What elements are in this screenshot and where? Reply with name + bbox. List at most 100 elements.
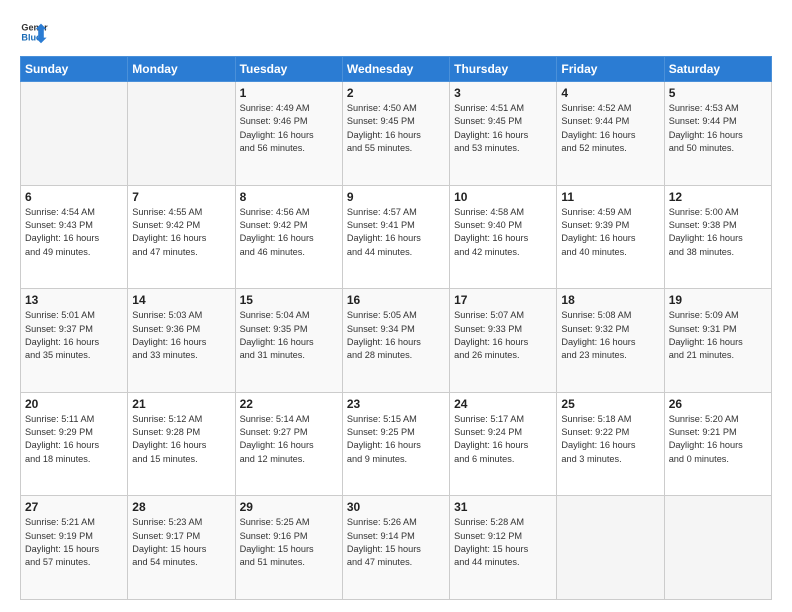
logo: General Blue	[20, 18, 48, 46]
day-number: 13	[25, 293, 123, 307]
day-info: Sunrise: 4:50 AM Sunset: 9:45 PM Dayligh…	[347, 102, 445, 155]
logo-icon: General Blue	[20, 18, 48, 46]
day-info: Sunrise: 5:11 AM Sunset: 9:29 PM Dayligh…	[25, 413, 123, 466]
weekday-tuesday: Tuesday	[235, 57, 342, 82]
day-info: Sunrise: 5:05 AM Sunset: 9:34 PM Dayligh…	[347, 309, 445, 362]
day-info: Sunrise: 4:55 AM Sunset: 9:42 PM Dayligh…	[132, 206, 230, 259]
day-cell: 18 Sunrise: 5:08 AM Sunset: 9:32 PM Dayli…	[557, 289, 664, 393]
day-info: Sunrise: 4:53 AM Sunset: 9:44 PM Dayligh…	[669, 102, 767, 155]
day-number: 17	[454, 293, 552, 307]
day-info: Sunrise: 4:59 AM Sunset: 9:39 PM Dayligh…	[561, 206, 659, 259]
day-cell: 30 Sunrise: 5:26 AM Sunset: 9:14 PM Dayli…	[342, 496, 449, 600]
day-info: Sunrise: 5:15 AM Sunset: 9:25 PM Dayligh…	[347, 413, 445, 466]
day-cell: 23Sunrise: 5:15 AM Sunset: 9:25 PM Dayli…	[342, 392, 449, 496]
day-number: 21	[132, 397, 230, 411]
day-cell: 11 Sunrise: 4:59 AM Sunset: 9:39 PM Dayli…	[557, 185, 664, 289]
week-row-4: 27 Sunrise: 5:21 AM Sunset: 9:19 PM Dayli…	[21, 496, 772, 600]
day-number: 3	[454, 86, 552, 100]
day-cell: 2 Sunrise: 4:50 AM Sunset: 9:45 PM Daylig…	[342, 82, 449, 186]
day-cell: 8 Sunrise: 4:56 AM Sunset: 9:42 PM Daylig…	[235, 185, 342, 289]
day-cell: 3Sunrise: 4:51 AM Sunset: 9:45 PM Daylig…	[450, 82, 557, 186]
day-info: Sunrise: 5:21 AM Sunset: 9:19 PM Dayligh…	[25, 516, 123, 569]
day-info: Sunrise: 5:03 AM Sunset: 9:36 PM Dayligh…	[132, 309, 230, 362]
day-info: Sunrise: 4:49 AM Sunset: 9:46 PM Dayligh…	[240, 102, 338, 155]
day-number: 10	[454, 190, 552, 204]
day-number: 29	[240, 500, 338, 514]
day-number: 1	[240, 86, 338, 100]
day-cell: 12 Sunrise: 5:00 AM Sunset: 9:38 PM Dayli…	[664, 185, 771, 289]
svg-text:Blue: Blue	[21, 32, 41, 42]
day-info: Sunrise: 5:07 AM Sunset: 9:33 PM Dayligh…	[454, 309, 552, 362]
day-info: Sunrise: 5:14 AM Sunset: 9:27 PM Dayligh…	[240, 413, 338, 466]
day-cell: 1 Sunrise: 4:49 AM Sunset: 9:46 PM Daylig…	[235, 82, 342, 186]
day-info: Sunrise: 5:20 AM Sunset: 9:21 PM Dayligh…	[669, 413, 767, 466]
day-number: 11	[561, 190, 659, 204]
day-cell: 22 Sunrise: 5:14 AM Sunset: 9:27 PM Dayli…	[235, 392, 342, 496]
day-info: Sunrise: 4:52 AM Sunset: 9:44 PM Dayligh…	[561, 102, 659, 155]
day-cell: 31 Sunrise: 5:28 AM Sunset: 9:12 PM Dayli…	[450, 496, 557, 600]
day-cell	[557, 496, 664, 600]
day-info: Sunrise: 5:09 AM Sunset: 9:31 PM Dayligh…	[669, 309, 767, 362]
day-number: 27	[25, 500, 123, 514]
day-cell: 20Sunrise: 5:11 AM Sunset: 9:29 PM Dayli…	[21, 392, 128, 496]
day-cell	[128, 82, 235, 186]
day-info: Sunrise: 5:18 AM Sunset: 9:22 PM Dayligh…	[561, 413, 659, 466]
day-cell: 7 Sunrise: 4:55 AM Sunset: 9:42 PM Daylig…	[128, 185, 235, 289]
day-cell: 21 Sunrise: 5:12 AM Sunset: 9:28 PM Dayli…	[128, 392, 235, 496]
week-row-2: 13Sunrise: 5:01 AM Sunset: 9:37 PM Dayli…	[21, 289, 772, 393]
day-number: 15	[240, 293, 338, 307]
day-cell: 17 Sunrise: 5:07 AM Sunset: 9:33 PM Dayli…	[450, 289, 557, 393]
day-info: Sunrise: 5:12 AM Sunset: 9:28 PM Dayligh…	[132, 413, 230, 466]
day-info: Sunrise: 5:23 AM Sunset: 9:17 PM Dayligh…	[132, 516, 230, 569]
week-row-0: 1 Sunrise: 4:49 AM Sunset: 9:46 PM Daylig…	[21, 82, 772, 186]
day-cell: 15 Sunrise: 5:04 AM Sunset: 9:35 PM Dayli…	[235, 289, 342, 393]
weekday-thursday: Thursday	[450, 57, 557, 82]
day-number: 30	[347, 500, 445, 514]
day-cell: 28 Sunrise: 5:23 AM Sunset: 9:17 PM Dayli…	[128, 496, 235, 600]
day-number: 14	[132, 293, 230, 307]
day-info: Sunrise: 5:17 AM Sunset: 9:24 PM Dayligh…	[454, 413, 552, 466]
day-number: 22	[240, 397, 338, 411]
day-cell: 9 Sunrise: 4:57 AM Sunset: 9:41 PM Daylig…	[342, 185, 449, 289]
week-row-3: 20Sunrise: 5:11 AM Sunset: 9:29 PM Dayli…	[21, 392, 772, 496]
day-cell: 5Sunrise: 4:53 AM Sunset: 9:44 PM Daylig…	[664, 82, 771, 186]
day-number: 19	[669, 293, 767, 307]
day-info: Sunrise: 5:08 AM Sunset: 9:32 PM Dayligh…	[561, 309, 659, 362]
day-number: 2	[347, 86, 445, 100]
header: General Blue	[20, 18, 772, 46]
day-number: 4	[561, 86, 659, 100]
day-info: Sunrise: 5:26 AM Sunset: 9:14 PM Dayligh…	[347, 516, 445, 569]
day-cell: 25Sunrise: 5:18 AM Sunset: 9:22 PM Dayli…	[557, 392, 664, 496]
day-info: Sunrise: 4:54 AM Sunset: 9:43 PM Dayligh…	[25, 206, 123, 259]
day-cell: 4 Sunrise: 4:52 AM Sunset: 9:44 PM Daylig…	[557, 82, 664, 186]
day-cell: 26Sunrise: 5:20 AM Sunset: 9:21 PM Dayli…	[664, 392, 771, 496]
day-info: Sunrise: 5:04 AM Sunset: 9:35 PM Dayligh…	[240, 309, 338, 362]
day-number: 8	[240, 190, 338, 204]
day-cell: 13Sunrise: 5:01 AM Sunset: 9:37 PM Dayli…	[21, 289, 128, 393]
day-info: Sunrise: 4:57 AM Sunset: 9:41 PM Dayligh…	[347, 206, 445, 259]
day-cell: 19 Sunrise: 5:09 AM Sunset: 9:31 PM Dayli…	[664, 289, 771, 393]
day-info: Sunrise: 5:28 AM Sunset: 9:12 PM Dayligh…	[454, 516, 552, 569]
week-row-1: 6 Sunrise: 4:54 AM Sunset: 9:43 PM Daylig…	[21, 185, 772, 289]
day-cell: 27 Sunrise: 5:21 AM Sunset: 9:19 PM Dayli…	[21, 496, 128, 600]
calendar-table: SundayMondayTuesdayWednesdayThursdayFrid…	[20, 56, 772, 600]
day-cell	[664, 496, 771, 600]
page: General Blue SundayMondayTuesdayWednesda…	[0, 0, 792, 612]
day-number: 28	[132, 500, 230, 514]
day-number: 16	[347, 293, 445, 307]
day-number: 24	[454, 397, 552, 411]
day-number: 18	[561, 293, 659, 307]
day-info: Sunrise: 5:00 AM Sunset: 9:38 PM Dayligh…	[669, 206, 767, 259]
day-number: 7	[132, 190, 230, 204]
day-number: 31	[454, 500, 552, 514]
weekday-wednesday: Wednesday	[342, 57, 449, 82]
day-number: 12	[669, 190, 767, 204]
day-info: Sunrise: 4:56 AM Sunset: 9:42 PM Dayligh…	[240, 206, 338, 259]
day-info: Sunrise: 5:25 AM Sunset: 9:16 PM Dayligh…	[240, 516, 338, 569]
day-number: 9	[347, 190, 445, 204]
day-cell: 29 Sunrise: 5:25 AM Sunset: 9:16 PM Dayli…	[235, 496, 342, 600]
day-cell: 10 Sunrise: 4:58 AM Sunset: 9:40 PM Dayli…	[450, 185, 557, 289]
day-info: Sunrise: 4:58 AM Sunset: 9:40 PM Dayligh…	[454, 206, 552, 259]
day-number: 6	[25, 190, 123, 204]
day-cell: 14 Sunrise: 5:03 AM Sunset: 9:36 PM Dayli…	[128, 289, 235, 393]
